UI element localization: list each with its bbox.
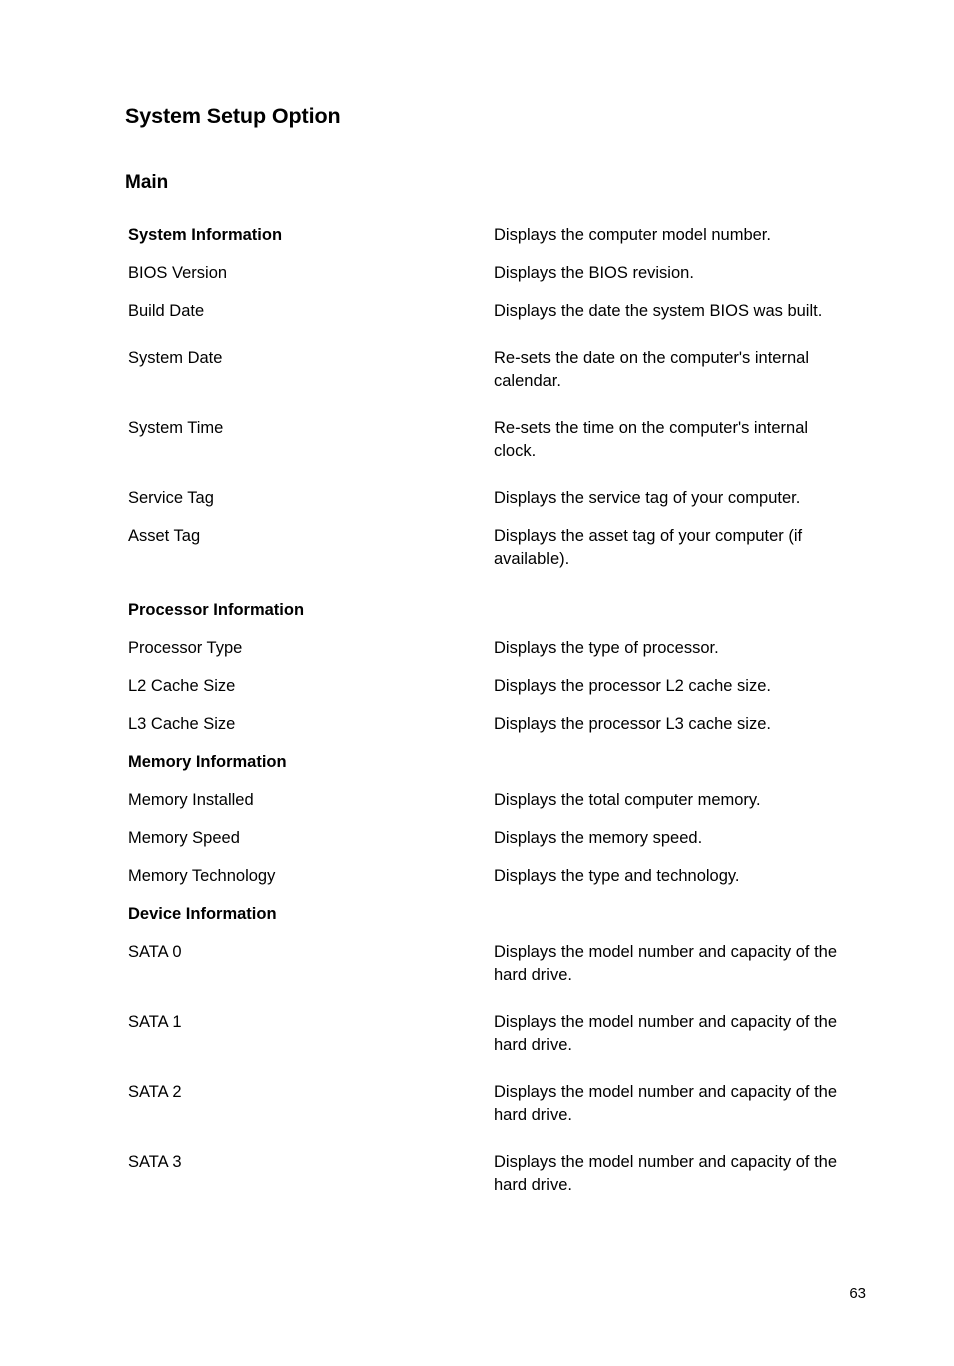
option-label: L3 Cache Size xyxy=(128,714,236,733)
table-row: SATA 1 Displays the model number and capa… xyxy=(128,1004,868,1074)
option-label: Build Date xyxy=(128,301,205,320)
option-description: Displays the computer model number. xyxy=(494,225,771,244)
setup-options-table: System Information Displays the computer … xyxy=(128,217,868,1214)
option-description: Re-sets the time on the computer's inter… xyxy=(494,418,809,460)
section-heading-main: Main xyxy=(125,171,169,193)
option-label: Processor Type xyxy=(128,638,243,657)
table-row: Memory Installed Displays the total compu… xyxy=(128,782,868,820)
table-row: Memory Speed Displays the memory speed. xyxy=(128,820,868,858)
option-description xyxy=(494,744,854,759)
table-row: BIOS Version Displays the BIOS revision. xyxy=(128,255,868,293)
option-description: Displays the BIOS revision. xyxy=(494,263,694,282)
option-label: SATA 2 xyxy=(128,1082,182,1101)
option-description: Displays the memory speed. xyxy=(494,828,703,847)
option-description: Re-sets the date on the computer's inter… xyxy=(494,348,809,390)
option-group-label: System Information xyxy=(128,225,283,244)
option-description: Displays the type and technology. xyxy=(494,866,740,885)
option-description: Displays the asset tag of your computer … xyxy=(494,526,803,568)
table-row: Processor Type Displays the type of proce… xyxy=(128,630,868,668)
option-group-label: Device Information xyxy=(128,904,277,923)
table-row: Build Date Displays the date the system B… xyxy=(128,293,868,340)
option-label: Asset Tag xyxy=(128,526,201,545)
option-label: Service Tag xyxy=(128,488,214,507)
table-row: Memory Technology Displays the type and t… xyxy=(128,858,868,896)
option-label: Memory Technology xyxy=(128,866,276,885)
table-row: System Date Re-sets the date on the compu… xyxy=(128,340,868,410)
table-row: Memory Information xyxy=(128,744,868,782)
table-row: System Time Re-sets the time on the compu… xyxy=(128,410,868,480)
option-label: Memory Speed xyxy=(128,828,240,847)
option-label: L2 Cache Size xyxy=(128,676,236,695)
option-label: SATA 3 xyxy=(128,1152,182,1171)
option-description xyxy=(494,588,854,607)
option-label: Memory Installed xyxy=(128,790,254,809)
option-description: Displays the model number and capacity o… xyxy=(494,1152,838,1194)
page-number: 63 xyxy=(849,1285,866,1302)
option-label: SATA 0 xyxy=(128,942,182,961)
option-description xyxy=(494,896,854,911)
table-row: SATA 3 Displays the model number and capa… xyxy=(128,1144,868,1214)
table-row: L3 Cache Size Displays the processor L3 c… xyxy=(128,706,868,744)
option-description: Displays the model number and capacity o… xyxy=(494,1082,838,1124)
option-group-label: Memory Information xyxy=(128,752,287,771)
table-row: Asset Tag Displays the asset tag of your … xyxy=(128,518,868,588)
option-label: SATA 1 xyxy=(128,1012,182,1031)
option-description: Displays the total computer memory. xyxy=(494,790,761,809)
option-description: Displays the processor L2 cache size. xyxy=(494,676,771,695)
document-page: System Setup Option Main System Informat… xyxy=(0,0,954,1366)
option-description: Displays the model number and capacity o… xyxy=(494,942,838,984)
option-description: Displays the processor L3 cache size. xyxy=(494,714,771,733)
option-label: BIOS Version xyxy=(128,263,228,282)
table-row: Device Information xyxy=(128,896,868,934)
option-description: Displays the type of processor. xyxy=(494,638,719,657)
table-row: Processor Information xyxy=(128,588,868,630)
page-content: System Setup Option Main System Informat… xyxy=(125,104,868,1214)
option-description: Displays the model number and capacity o… xyxy=(494,1012,838,1054)
option-group-label: Processor Information xyxy=(128,600,305,619)
table-row: SATA 0 Displays the model number and capa… xyxy=(128,934,868,1004)
option-label: System Date xyxy=(128,348,223,367)
table-row: Service Tag Displays the service tag of y… xyxy=(128,480,868,518)
table-row: SATA 2 Displays the model number and capa… xyxy=(128,1074,868,1144)
page-title: System Setup Option xyxy=(125,104,341,128)
table-row: L2 Cache Size Displays the processor L2 c… xyxy=(128,668,868,706)
option-description: Displays the service tag of your compute… xyxy=(494,488,801,507)
option-description: Displays the date the system BIOS was bu… xyxy=(494,301,823,320)
option-label: System Time xyxy=(128,418,224,437)
table-row: System Information Displays the computer … xyxy=(128,217,868,255)
